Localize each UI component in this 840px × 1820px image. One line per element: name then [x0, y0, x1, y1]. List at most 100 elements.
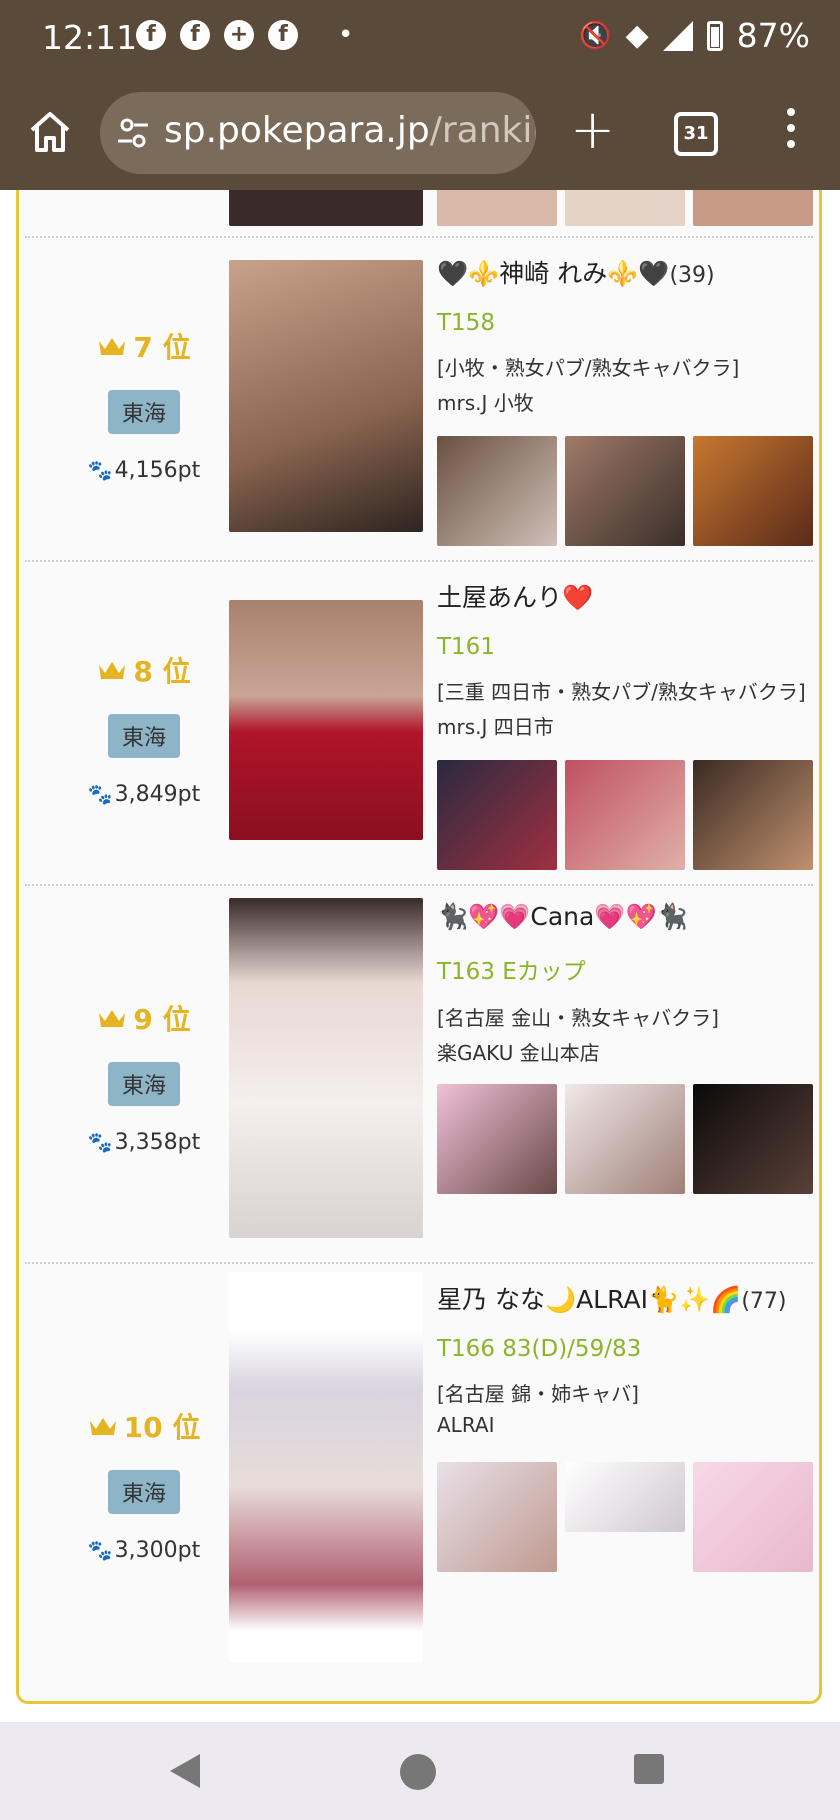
gallery-thumb[interactable]	[693, 760, 813, 870]
cast-name[interactable]: 星乃 なな🌙ALRAI🐈✨🌈(77)	[437, 1280, 837, 1316]
site-settings-icon[interactable]	[118, 116, 148, 150]
rank-block: 7 位 東海 🐾4,156pt	[59, 326, 229, 483]
previous-entry-thumb[interactable]	[437, 190, 557, 226]
profile-photo[interactable]	[229, 1272, 423, 1662]
ranking-entry[interactable]: 10 位 東海 🐾3,300pt 星乃 なな🌙ALRAI🐈✨🌈(77) T166…	[19, 1262, 819, 1682]
ranking-page: 7 位 東海 🐾4,156pt 🖤⚜️神崎 れみ⚜️🖤(39) T158 [小牧…	[0, 190, 840, 1720]
home-nav-icon[interactable]	[400, 1754, 436, 1790]
address-bar[interactable]: sp.pokepara.jp/rankir	[100, 92, 536, 174]
cast-name[interactable]: 土屋あんり❤️	[437, 578, 837, 614]
entry-info: 🐈‍⬛💖💗Cana💗💖🐈‍⬛ T163 Eカップ [名古屋 金山・熟女キャバクラ…	[437, 902, 837, 1066]
entry-info: 星乃 なな🌙ALRAI🐈✨🌈(77) T166 83(D)/59/83 [名古屋…	[437, 1280, 837, 1437]
previous-entry-photo[interactable]	[229, 190, 423, 226]
crown-icon	[99, 1010, 126, 1027]
cast-spec: T163 Eカップ	[437, 959, 586, 985]
gallery-thumb[interactable]	[693, 1462, 813, 1572]
gallery-thumb[interactable]	[437, 436, 557, 546]
previous-entry-thumb[interactable]	[565, 190, 685, 226]
points: 🐾4,156pt	[87, 458, 201, 483]
cast-spec: T158	[437, 310, 495, 336]
browser-toolbar: sp.pokepara.jp/rankir + 31	[0, 88, 840, 178]
status-bar: 12:11 f f + f • 🔇 ◆ 87%	[0, 0, 840, 78]
mute-icon: 🔇	[579, 20, 612, 51]
shop-area: [三重 四日市・熟女パブ/熟女キャバクラ]	[437, 680, 806, 704]
paw-icon: 🐾	[87, 1538, 113, 1562]
paw-icon: 🐾	[87, 782, 113, 806]
add-friend-icon: +	[224, 20, 254, 50]
notification-icons: f f + f	[136, 20, 298, 50]
facebook-icon: f	[268, 20, 298, 50]
gallery-thumb[interactable]	[437, 1462, 557, 1572]
rank-label: 9 位	[59, 998, 229, 1038]
cast-name[interactable]: 🐈‍⬛💖💗Cana💗💖🐈‍⬛	[437, 902, 837, 932]
home-icon[interactable]	[26, 108, 74, 156]
browser-chrome: 12:11 f f + f • 🔇 ◆ 87% sp.pokepara.jp/r…	[0, 0, 840, 190]
points: 🐾3,358pt	[87, 1130, 201, 1155]
ranking-entry[interactable]: 8 位 東海 🐾3,849pt 土屋あんり❤️ T161 [三重 四日市・熟女パ…	[19, 560, 819, 882]
paw-icon: 🐾	[87, 458, 113, 482]
area-badge[interactable]: 東海	[107, 1470, 180, 1514]
cast-spec: T166 83(D)/59/83	[437, 1336, 642, 1362]
gallery-thumb[interactable]	[693, 1084, 813, 1194]
facebook-icon: f	[180, 20, 210, 50]
shop-name[interactable]: mrs.J 四日市	[437, 711, 837, 740]
rank-block: 9 位 東海 🐾3,358pt	[59, 998, 229, 1155]
points: 🐾3,849pt	[87, 782, 201, 807]
system-navigation-bar	[0, 1722, 840, 1820]
gallery-thumb[interactable]	[565, 1462, 685, 1532]
area-badge[interactable]: 東海	[107, 714, 180, 758]
gallery-thumbs	[437, 1084, 813, 1194]
entry-info: 🖤⚜️神崎 れみ⚜️🖤(39) T158 [小牧・熟女パブ/熟女キャバクラ] m…	[437, 254, 837, 416]
gallery-thumb[interactable]	[565, 436, 685, 546]
cast-name[interactable]: 🖤⚜️神崎 れみ⚜️🖤(39)	[437, 254, 837, 290]
profile-photo[interactable]	[229, 898, 423, 1238]
ranking-entry[interactable]: 9 位 東海 🐾3,358pt 🐈‍⬛💖💗Cana💗💖🐈‍⬛ T163 Eカップ…	[19, 884, 819, 1260]
battery-icon	[706, 20, 723, 51]
profile-photo[interactable]	[229, 600, 423, 840]
gallery-thumb[interactable]	[565, 1084, 685, 1194]
ranking-panel: 7 位 東海 🐾4,156pt 🖤⚜️神崎 れみ⚜️🖤(39) T158 [小牧…	[16, 190, 822, 1704]
crown-icon	[99, 662, 126, 679]
gallery-thumbs	[437, 436, 813, 546]
new-tab-plus-icon[interactable]: +	[570, 98, 615, 161]
rank-label: 8 位	[59, 650, 229, 690]
shop-name[interactable]: mrs.J 小牧	[437, 387, 837, 416]
crown-icon	[99, 338, 126, 355]
back-icon[interactable]	[170, 1754, 200, 1788]
gallery-thumbs	[437, 1462, 813, 1572]
rank-block: 8 位 東海 🐾3,849pt	[59, 650, 229, 807]
url-text: sp.pokepara.jp/rankir	[164, 110, 536, 151]
gallery-thumbs	[437, 760, 813, 870]
area-badge[interactable]: 東海	[107, 390, 180, 434]
shop-area: [小牧・熟女パブ/熟女キャバクラ]	[437, 356, 740, 380]
paw-icon: 🐾	[87, 1130, 113, 1154]
signal-icon	[662, 20, 693, 51]
status-time: 12:11	[42, 18, 138, 57]
more-notifications-dot-icon: •	[338, 20, 354, 50]
gallery-thumb[interactable]	[437, 1084, 557, 1194]
wifi-icon: ◆	[625, 17, 649, 53]
shop-area: [名古屋 錦・姉キャバ]	[437, 1382, 639, 1406]
tab-switcher-button[interactable]: 31	[674, 112, 718, 156]
gallery-thumb[interactable]	[693, 436, 813, 546]
profile-photo[interactable]	[229, 260, 423, 532]
recent-apps-icon[interactable]	[634, 1754, 664, 1784]
cast-spec: T161	[437, 634, 495, 660]
entry-info: 土屋あんり❤️ T161 [三重 四日市・熟女パブ/熟女キャバクラ] mrs.J…	[437, 578, 837, 740]
ranking-entry[interactable]: 7 位 東海 🐾4,156pt 🖤⚜️神崎 れみ⚜️🖤(39) T158 [小牧…	[19, 236, 819, 558]
shop-name[interactable]: ALRAI	[437, 1413, 837, 1437]
system-icons: 🔇 ◆ 87%	[579, 16, 810, 55]
shop-name[interactable]: 楽GAKU 金山本店	[437, 1037, 837, 1066]
crown-icon	[89, 1418, 116, 1435]
shop-area: [名古屋 金山・熟女キャバクラ]	[437, 1006, 719, 1030]
previous-entry-thumb[interactable]	[693, 190, 813, 226]
battery-percent: 87%	[736, 16, 810, 55]
facebook-icon: f	[136, 20, 166, 50]
gallery-thumb[interactable]	[437, 760, 557, 870]
more-menu-icon[interactable]	[784, 108, 798, 158]
area-badge[interactable]: 東海	[107, 1062, 180, 1106]
points: 🐾3,300pt	[87, 1538, 201, 1563]
rank-label: 10 位	[59, 1406, 229, 1446]
rank-label: 7 位	[59, 326, 229, 366]
gallery-thumb[interactable]	[565, 760, 685, 870]
